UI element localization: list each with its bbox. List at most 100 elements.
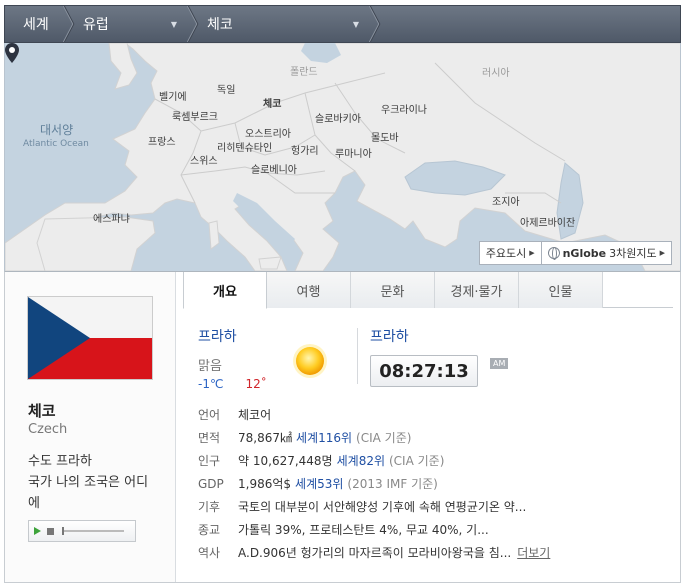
chevron-down-icon[interactable]: ▼: [353, 20, 359, 29]
country-summary: 체코 Czech 수도 프라하 국가 나의 조국은 어디에: [5, 272, 176, 582]
map-label-spain[interactable]: 에스파냐: [93, 210, 130, 225]
breadcrumb: 세계 유럽 ▼ 체코 ▼: [4, 5, 681, 43]
map-label-atlantic-en[interactable]: Atlantic Ocean: [23, 139, 89, 149]
major-cities-button[interactable]: 주요도시 ▶: [478, 241, 542, 265]
map-label-france[interactable]: 프랑스: [148, 133, 176, 148]
language-link[interactable]: 체코어: [238, 406, 271, 423]
fact-population: 인구 약 10,627,448명 세계82위 (CIA 기준): [198, 449, 673, 472]
map-label-romania[interactable]: 루마니아: [335, 145, 372, 160]
map-label-poland[interactable]: 폴란드: [290, 63, 318, 78]
more-link[interactable]: 더보기: [517, 544, 550, 561]
map-label-slovenia[interactable]: 슬로베니아: [251, 161, 297, 176]
globe-icon: [547, 247, 560, 260]
europe-map[interactable]: 폴란드 러시아 벨기에 독일 체코 룩셈부르크 우크라이나 슬로바키아 대서양 …: [4, 43, 681, 271]
chevron-right-icon: ▶: [529, 249, 535, 257]
map-label-belgium[interactable]: 벨기에: [159, 88, 187, 103]
map-label-czech[interactable]: 체코: [263, 95, 281, 110]
fact-label: 언어: [198, 408, 221, 422]
major-cities-label: 주요도시: [485, 247, 527, 260]
nglobe-3d-map-button[interactable]: nGlobe 3차원지도 ▶: [541, 241, 672, 265]
area-value: 78,867㎢: [238, 431, 292, 445]
fact-climate: 기후 국토의 대부분이 서안해양성 기후에 속해 연평균기온 약...: [198, 495, 673, 518]
map-label-luxembourg[interactable]: 룩셈부르크: [172, 108, 218, 123]
fact-area: 면적 78,867㎢ 세계116위 (CIA 기준): [198, 426, 673, 449]
fact-label: 역사: [198, 546, 221, 560]
breadcrumb-country-label: 체코: [207, 17, 233, 33]
map-label-azerbaijan[interactable]: 아제르바이잔: [520, 214, 575, 229]
map-label-ukraine[interactable]: 우크라이나: [381, 101, 427, 116]
map-label-russia[interactable]: 러시아: [482, 64, 510, 79]
fact-label: GDP: [198, 476, 224, 491]
population-source: (CIA 기준): [389, 454, 445, 468]
country-info-panel: 체코 Czech 수도 프라하 국가 나의 조국은 어디에 개요 여행 문화 경…: [4, 271, 681, 583]
anthem-line: 국가 나의 조국은 어디에: [28, 472, 158, 514]
breadcrumb-continent-label: 유럽: [83, 17, 109, 33]
clock-city: 프라하: [370, 329, 409, 345]
fact-label: 종교: [198, 523, 221, 537]
anthem-label: 국가: [28, 475, 52, 490]
gdp-value: 1,986억$: [238, 477, 292, 491]
play-icon[interactable]: [34, 527, 41, 535]
fact-label: 인구: [198, 454, 221, 468]
weather-high-temp: 12˚: [245, 377, 267, 391]
capital-link[interactable]: 프라하: [56, 454, 92, 469]
stop-icon[interactable]: [47, 527, 54, 535]
location-pin-icon: [5, 43, 19, 63]
fact-label: 기후: [198, 500, 221, 514]
czech-flag-image: [27, 296, 153, 380]
tab-overview[interactable]: 개요: [183, 272, 267, 309]
population-rank-link[interactable]: 세계82위: [337, 452, 385, 469]
weather-city[interactable]: 프라하: [198, 326, 267, 346]
map-label-atlantic-ko[interactable]: 대서양: [40, 121, 73, 138]
country-name: 체코: [28, 402, 56, 420]
map-label-liechtenstein[interactable]: 리히텐슈타인: [217, 139, 272, 154]
country-facts: 언어 체코어 면적 78,867㎢ 세계116위 (CIA 기준) 인구 약 1…: [198, 403, 673, 564]
climate-link[interactable]: 국토의 대부분이 서안해양성 기후에 속해 연평균기온 약...: [238, 498, 526, 515]
progress-track[interactable]: [62, 527, 124, 535]
map-label-germany[interactable]: 독일: [217, 81, 235, 96]
breadcrumb-country[interactable]: 체코 ▼: [193, 6, 381, 42]
sun-icon: [293, 344, 327, 378]
breadcrumb-separator-icon: [369, 6, 381, 42]
nglobe-brand: nGlobe: [562, 246, 607, 260]
tab-culture[interactable]: 문화: [351, 272, 435, 308]
fact-religion: 종교 가톨릭 39%, 프로테스탄트 4%, 무교 40%, 기...: [198, 518, 673, 541]
local-time-display: 08:27:13: [370, 355, 478, 387]
population-value: 약 10,627,448명: [238, 454, 333, 468]
history-value: A.D.906년 헝가리의 마자르족이 모라비아왕국을 침...: [238, 546, 512, 560]
divider: [357, 328, 358, 384]
chevron-down-icon[interactable]: ▼: [171, 20, 177, 29]
map-label-slovakia[interactable]: 슬로바키아: [315, 110, 361, 125]
weather-low-temp: -1℃: [198, 377, 224, 391]
fact-language: 언어 체코어: [198, 403, 673, 426]
map-label-austria[interactable]: 오스트리아: [245, 125, 291, 140]
tab-economy[interactable]: 경제·물가: [435, 272, 519, 308]
map-label-georgia[interactable]: 조지아: [492, 193, 520, 208]
gdp-source: (2013 IMF 기준): [347, 477, 438, 491]
fact-gdp: GDP 1,986억$ 세계53위 (2013 IMF 기준): [198, 472, 673, 495]
map-label-switzerland[interactable]: 스위스: [190, 152, 218, 167]
capital-line: 수도 프라하: [28, 450, 92, 469]
ampm-badge: AM: [490, 358, 509, 369]
breadcrumb-world-label: 세계: [23, 17, 49, 33]
weather-temps: -1℃ 12˚: [198, 377, 267, 391]
info-tabs: 개요 여행 문화 경제·물가 인물: [183, 272, 673, 309]
capital-label: 수도: [28, 454, 52, 469]
religion-link[interactable]: 가톨릭 39%, 프로테스탄트 4%, 무교 40%, 기...: [238, 521, 489, 538]
tab-people[interactable]: 인물: [519, 272, 603, 308]
area-source: (CIA 기준): [356, 431, 412, 445]
chevron-right-icon: ▶: [659, 249, 665, 257]
breadcrumb-continent[interactable]: 유럽 ▼: [69, 6, 199, 42]
area-rank-link[interactable]: 세계116위: [296, 429, 352, 446]
nglobe-label: 3차원지도: [609, 247, 657, 260]
country-name-english: Czech: [28, 422, 68, 437]
map-label-moldova[interactable]: 몰도바: [371, 129, 399, 144]
anthem-player: [28, 520, 136, 542]
map-controls: 주요도시 ▶ nGlobe 3차원지도 ▶: [478, 241, 672, 265]
gdp-rank-link[interactable]: 세계53위: [295, 475, 343, 492]
fact-label: 면적: [198, 431, 221, 445]
map-label-hungary[interactable]: 헝가리: [291, 142, 319, 157]
tab-travel[interactable]: 여행: [267, 272, 351, 308]
breadcrumb-world[interactable]: 세계: [5, 6, 75, 42]
weather-condition: 맑음: [198, 359, 222, 374]
